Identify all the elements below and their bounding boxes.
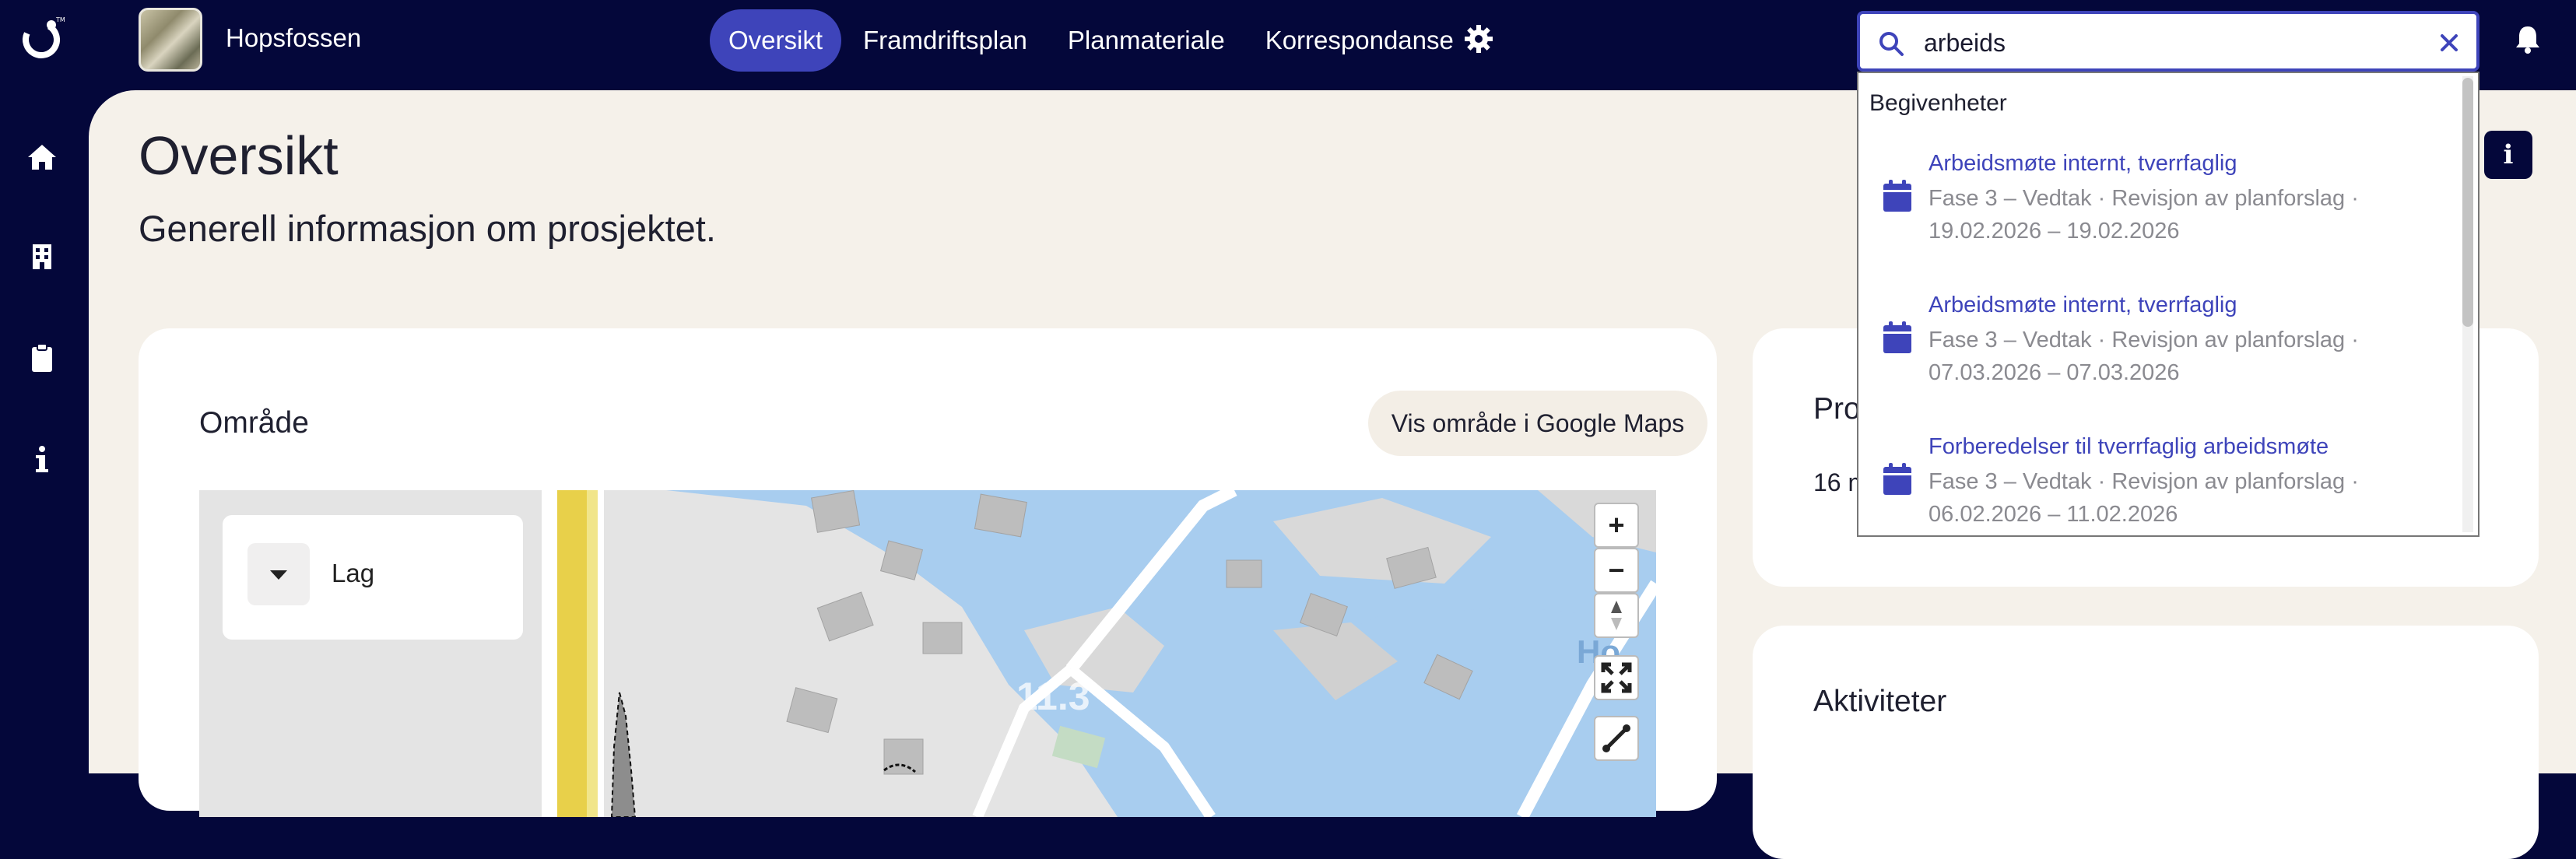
results-heading: Begivenheter [1869, 90, 2007, 116]
activities-title: Aktiviteter [1813, 685, 1947, 718]
layers-panel[interactable]: Lag [223, 515, 523, 640]
scrollbar-thumb[interactable] [2462, 78, 2473, 327]
app-logo-icon[interactable]: TM [17, 14, 65, 62]
svg-text:TM: TM [55, 16, 65, 23]
fullscreen-icon [1601, 662, 1632, 693]
search-result-item[interactable]: Arbeidsmøte internt, tverrfaglig Fase 3 … [1858, 293, 2458, 417]
zoom-out-button[interactable]: − [1594, 548, 1639, 593]
calendar-icon [1883, 321, 1911, 353]
gear-icon[interactable] [1463, 23, 1494, 54]
bell-icon[interactable] [2512, 23, 2543, 54]
nav-tab-framdriftsplan[interactable]: Framdriftsplan [844, 9, 1046, 72]
zoom-in-button[interactable]: + [1594, 503, 1639, 548]
search-box[interactable] [1857, 11, 2479, 72]
reset-north-button[interactable] [1594, 593, 1639, 638]
fullscreen-button[interactable] [1594, 655, 1639, 700]
map-elevation-label: 11.3 [1016, 675, 1090, 718]
page-title: Oversikt [139, 125, 339, 186]
project-thumbnail[interactable] [139, 8, 202, 72]
search-result-meta: Fase 3 – Vedtak · Revisjon av planforsla… [1928, 469, 2359, 527]
clipboard-icon[interactable] [25, 341, 59, 375]
nav-tab-planmateriale[interactable]: Planmateriale [1049, 9, 1244, 72]
measure-button[interactable] [1594, 716, 1639, 761]
nav-tab-korrespondanse[interactable]: Korrespondanse [1247, 9, 1472, 72]
page-subtitle: Generell informasjon om prosjektet. [139, 208, 716, 249]
info-button[interactable]: i [2484, 131, 2532, 179]
map[interactable]: Ho 11.3 Lag + − [199, 490, 1656, 817]
building-icon[interactable] [25, 240, 59, 274]
main-nav: Oversikt Framdriftsplan Planmateriale Ko… [710, 9, 1476, 72]
search-result-title[interactable]: Arbeidsmøte internt, tverrfaglig [1928, 293, 2237, 318]
calendar-icon [1883, 463, 1911, 495]
caret-down-icon [270, 570, 287, 580]
nav-tab-oversikt[interactable]: Oversikt [710, 9, 842, 72]
area-card: Område Vis område i Google Maps Ho 11.3 … [139, 328, 1717, 817]
close-icon[interactable] [2436, 30, 2462, 56]
search-result-title[interactable]: Arbeidsmøte internt, tverrfaglig [1928, 151, 2237, 177]
home-icon[interactable] [25, 140, 59, 174]
search-result-title[interactable]: Forberedelser til tverrfaglig arbeidsmøt… [1928, 434, 2329, 460]
search-icon [1879, 32, 1904, 56]
project-name[interactable]: Hopsfossen [226, 23, 361, 53]
search-input[interactable] [1922, 22, 2405, 64]
ruler-icon [1602, 724, 1630, 752]
area-card-title: Område [199, 406, 309, 440]
search-results-dropdown: Begivenheter Arbeidsmøte internt, tverrf… [1857, 72, 2479, 537]
layers-toggle-button[interactable] [247, 543, 310, 605]
google-maps-button[interactable]: Vis område i Google Maps [1368, 391, 1707, 456]
search-result-item[interactable]: Forberedelser til tverrfaglig arbeidsmøt… [1858, 434, 2458, 535]
info-icon[interactable] [25, 442, 59, 476]
calendar-icon [1883, 180, 1911, 212]
search-result-meta: Fase 3 – Vedtak · Revisjon av planforsla… [1928, 186, 2359, 244]
search-result-meta: Fase 3 – Vedtak · Revisjon av planforsla… [1928, 328, 2359, 385]
compass-icon [1611, 601, 1622, 630]
search-result-item[interactable]: Arbeidsmøte internt, tverrfaglig Fase 3 … [1858, 151, 2458, 275]
project-info-title: Pro [1813, 392, 1861, 426]
sidebar [0, 90, 89, 773]
activities-card: Aktiviteter [1753, 626, 2539, 859]
layers-label: Lag [332, 559, 375, 587]
